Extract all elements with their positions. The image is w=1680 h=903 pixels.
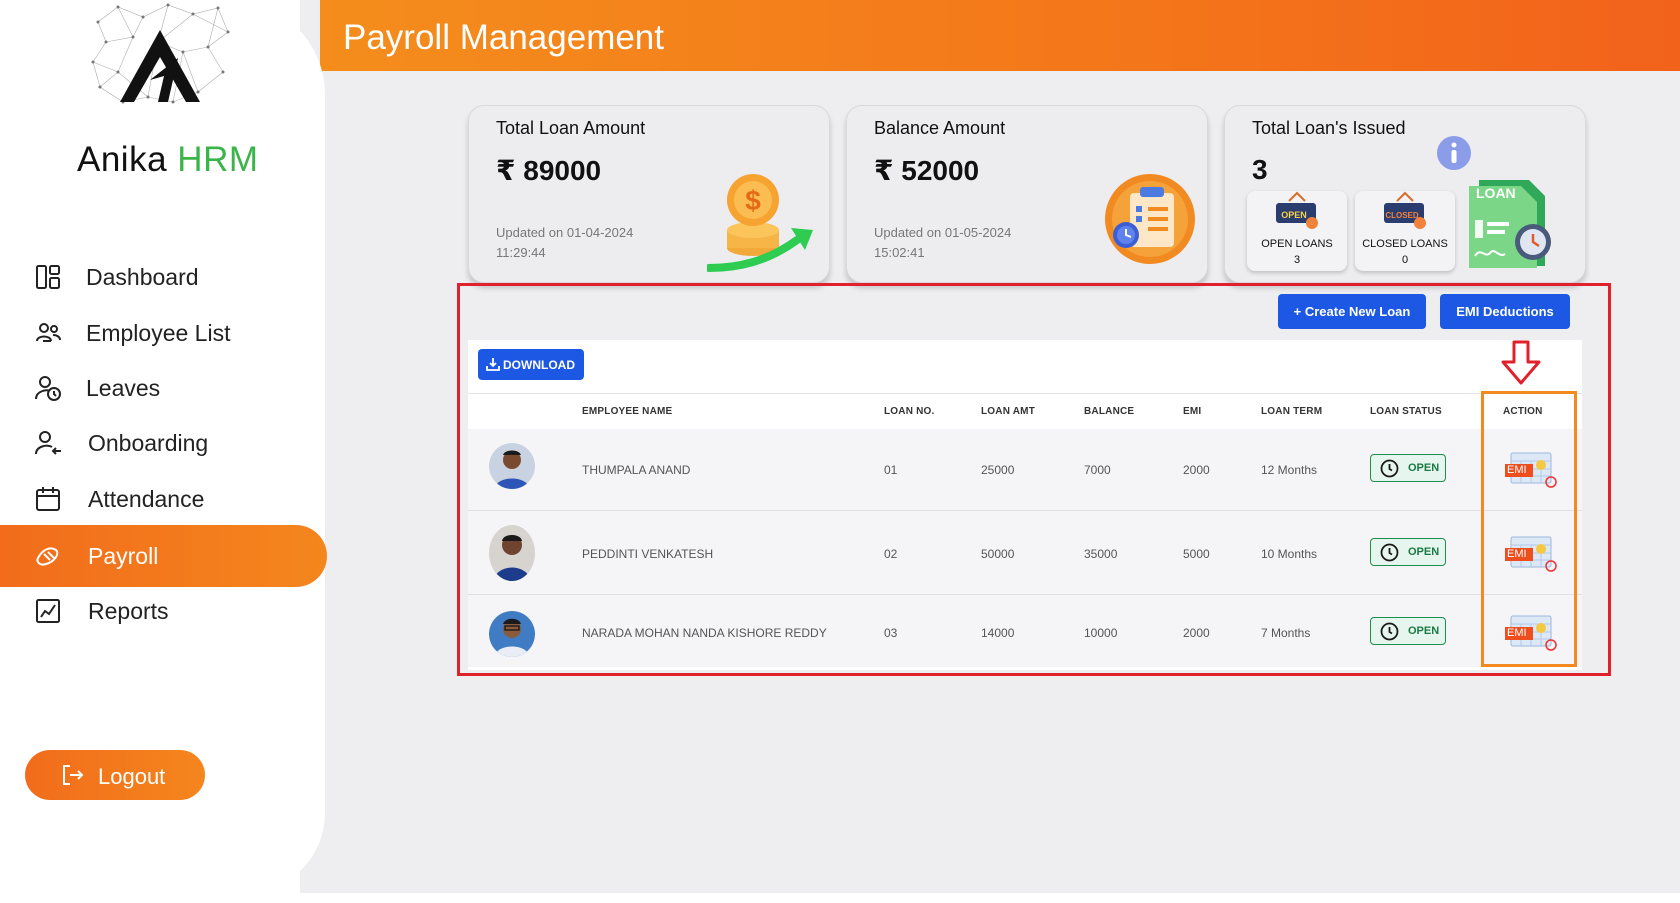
total-loan-card: Total Loan Amount ₹ 89000 Updated on 01-…: [468, 105, 830, 283]
closed-loans-tile[interactable]: CLOSED CLOSED LOANS 0: [1355, 191, 1455, 271]
sidebar-item-label: Reports: [88, 598, 169, 624]
coin-growth-icon: $: [707, 174, 813, 272]
sidebar-item-attendance[interactable]: Attendance: [0, 468, 327, 530]
closed-loans-count: 0: [1401, 254, 1409, 266]
calendar-icon: [36, 487, 60, 511]
sidebar-item-onboarding[interactable]: Onboarding: [0, 412, 327, 474]
sidebar-item-leaves[interactable]: Leaves: [0, 357, 327, 419]
open-sign-text: OPEN: [1281, 210, 1307, 220]
logout-button[interactable]: Logout: [25, 750, 205, 800]
loan-graphic-text: LOAN: [1476, 185, 1516, 201]
open-loans-tile[interactable]: OPEN OPEN LOANS 3: [1247, 191, 1347, 271]
card-value: 3: [1252, 154, 1268, 185]
sidebar-item-label: Employee List: [86, 320, 231, 346]
sidebar-item-label: Attendance: [88, 486, 205, 512]
brand-name-part1: Anika: [77, 140, 168, 179]
open-loans-label: OPEN LOANS: [1261, 238, 1333, 250]
open-loans-count: 3: [1293, 254, 1301, 266]
brand-name: Anika HRM: [77, 140, 259, 180]
page-header: Payroll Management: [320, 0, 1680, 71]
down-arrow-icon: [1501, 340, 1541, 385]
closed-loans-label: CLOSED LOANS: [1362, 238, 1448, 250]
sidebar-item-label: Onboarding: [88, 430, 209, 456]
highlight-red-box: [457, 283, 1611, 676]
user-arrow-icon: [35, 431, 61, 455]
sidebar-item-label: Dashboard: [86, 264, 199, 290]
report-chart-icon: [36, 599, 60, 623]
anika-logo-icon: [91, 3, 230, 104]
sidebar-item-reports[interactable]: Reports: [0, 580, 327, 642]
brand-name-part2: HRM: [177, 140, 259, 179]
card-title: Total Loan's Issued: [1252, 118, 1406, 138]
action-column-highlight: [1481, 391, 1577, 667]
card-title: Balance Amount: [874, 118, 1006, 138]
balance-amount-card: Balance Amount ₹ 52000 Updated on 01-05-…: [846, 105, 1208, 283]
loans-issued-card: Total Loan's Issued 3 OPEN OPEN LOANS 3 …: [1224, 105, 1586, 283]
page-title: Payroll Management: [343, 18, 664, 57]
clipboard-icon: [1105, 174, 1195, 264]
svg-text:$: $: [745, 185, 761, 216]
card-updated-time: Updated on 01-05-2024 15:02:41: [874, 225, 1012, 260]
user-clock-icon: [35, 376, 61, 401]
card-value: ₹ 52000: [874, 155, 980, 186]
sidebar-item-payroll[interactable]: Payroll: [0, 525, 327, 587]
logout-label: Logout: [98, 764, 166, 789]
sidebar-item-employee-list[interactable]: Employee List: [0, 302, 327, 364]
sidebar-item-label: Leaves: [86, 375, 161, 401]
users-icon: [36, 323, 61, 342]
payroll-icon: [36, 547, 59, 566]
info-icon: [1437, 136, 1471, 170]
closed-sign-text: CLOSED: [1385, 211, 1419, 220]
card-value: ₹ 89000: [496, 155, 602, 186]
card-title: Total Loan Amount: [496, 118, 646, 138]
sidebar-item-dashboard[interactable]: Dashboard: [0, 246, 327, 308]
dashboard-icon: [36, 265, 60, 289]
logout-icon: [63, 765, 84, 785]
bottom-strip: [0, 893, 1680, 903]
sidebar-item-label: Payroll: [88, 543, 159, 569]
sidebar: Anika HRM Dashboard Employee List Leaves…: [0, 0, 327, 893]
card-updated-time: Updated on 01-04-2024 11:29:44: [496, 225, 634, 260]
